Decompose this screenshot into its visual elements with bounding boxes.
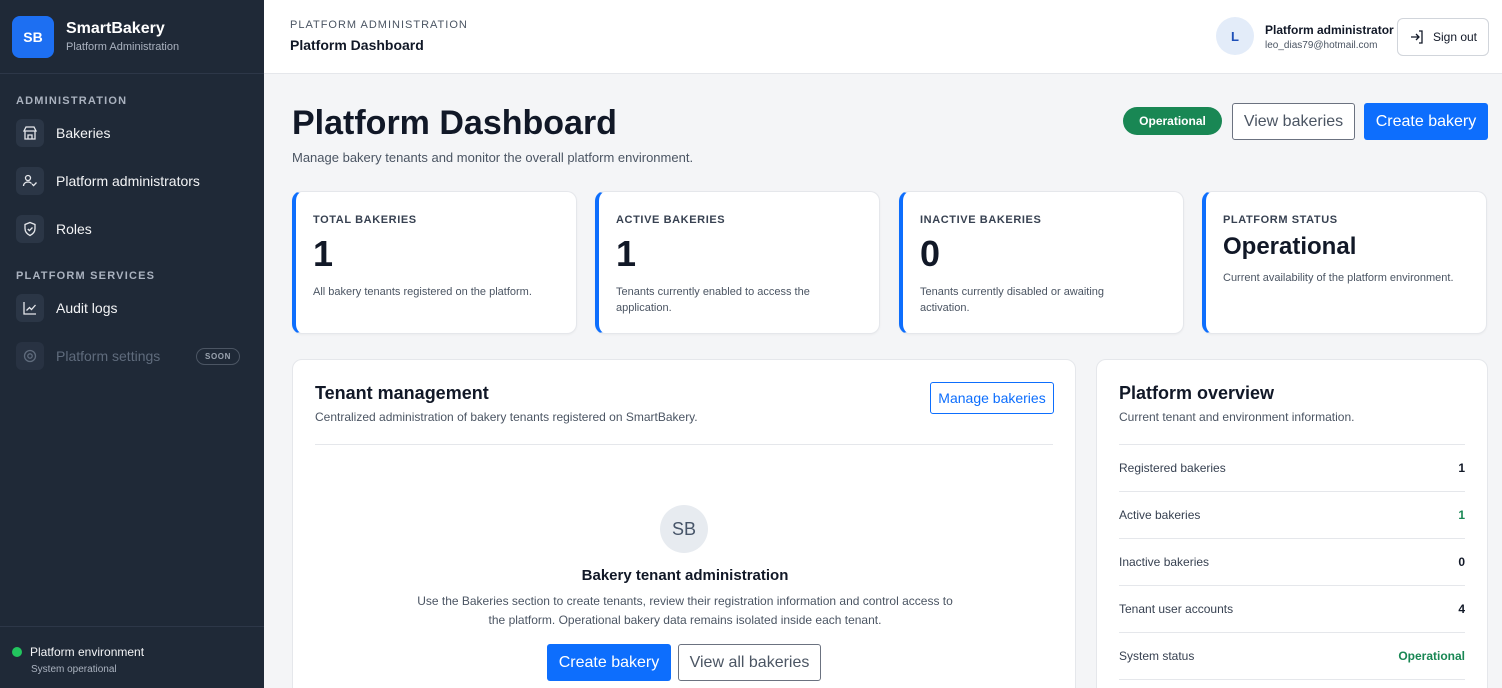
- card-title: Tenant management: [315, 383, 489, 403]
- stat-note: Tenants currently enabled to access the …: [616, 286, 810, 314]
- stat-label: INACTIVE BAKERIES: [920, 214, 1042, 226]
- overview-label: Tenant user accounts: [1119, 602, 1234, 616]
- list-item: Active bakeries 1: [1119, 492, 1465, 539]
- status-dot-icon: [12, 647, 22, 657]
- stat-note: Current availability of the platform env…: [1223, 272, 1454, 284]
- sidebar-item-roles[interactable]: Roles: [0, 205, 264, 253]
- nav-section-platform-services: PLATFORM SERVICES: [16, 270, 156, 282]
- stat-label: ACTIVE BAKERIES: [616, 214, 726, 226]
- overview-label: Registered bakeries: [1119, 461, 1226, 475]
- create-bakery-button-secondary[interactable]: Create bakery: [547, 644, 671, 681]
- stat-note: Tenants currently disabled or awaiting a…: [920, 286, 1105, 314]
- sidebar-item-label: Roles: [56, 221, 92, 237]
- tenant-management-card: Tenant management Centralized administra…: [292, 359, 1076, 688]
- topbar-title: Platform Dashboard: [290, 37, 424, 53]
- sidebar-item-label: Audit logs: [56, 300, 118, 316]
- stat-label: PLATFORM STATUS: [1223, 214, 1338, 226]
- user-email: leo_dias79@hotmail.com: [1265, 40, 1378, 51]
- overview-label: System status: [1119, 649, 1195, 663]
- view-all-bakeries-button[interactable]: View all bakeries: [678, 644, 821, 681]
- create-bakery-button[interactable]: Create bakery: [1364, 103, 1488, 140]
- sidebar-item-platform-settings: Platform settings SOON: [0, 332, 264, 380]
- overview-label: Inactive bakeries: [1119, 555, 1210, 569]
- overview-value: Operational: [1398, 649, 1465, 663]
- shield-icon: [16, 215, 44, 243]
- user-role: Platform administrator: [1265, 23, 1394, 37]
- card-subtitle: Current tenant and environment informati…: [1119, 410, 1355, 424]
- card-subtitle: Centralized administration of bakery ten…: [315, 410, 698, 424]
- nav-section-administration: ADMINISTRATION: [16, 95, 128, 107]
- settings-icon: [16, 342, 44, 370]
- overview-value: 0: [1458, 555, 1465, 569]
- sidebar-item-label: Bakeries: [56, 125, 111, 141]
- divider: [315, 444, 1053, 445]
- sidebar-item-platform-administrators[interactable]: Platform administrators: [0, 157, 264, 205]
- overview-list: Registered bakeries 1 Active bakeries 1 …: [1119, 444, 1465, 680]
- sidebar: SB SmartBakery Platform Administration A…: [0, 0, 264, 688]
- chart-line-icon: [16, 294, 44, 322]
- empty-state-text: Use the Bakeries section to create tenan…: [417, 594, 953, 627]
- list-item: System status Operational: [1119, 633, 1465, 680]
- stat-card-platform-status: PLATFORM STATUS Operational Current avai…: [1202, 191, 1487, 334]
- overview-value: 1: [1458, 508, 1465, 522]
- avatar[interactable]: L: [1216, 17, 1254, 55]
- overview-value: 4: [1458, 602, 1465, 616]
- sidebar-item-label: Platform administrators: [56, 173, 200, 189]
- main-content: Platform Dashboard Manage bakery tenants…: [264, 74, 1502, 688]
- sidebar-item-label: Platform settings: [56, 348, 161, 364]
- soon-badge: SOON: [196, 347, 240, 365]
- topbar: PLATFORM ADMINISTRATION Platform Dashboa…: [264, 0, 1502, 74]
- stat-value: 1: [313, 233, 334, 274]
- list-item: Tenant user accounts 4: [1119, 586, 1465, 633]
- user-check-icon: [16, 167, 44, 195]
- brand[interactable]: SB SmartBakery Platform Administration: [0, 0, 264, 74]
- brand-subtitle: Platform Administration: [66, 41, 180, 53]
- status-badge: Operational: [1123, 107, 1222, 135]
- sign-out-label: Sign out: [1432, 30, 1478, 44]
- card-title: Platform overview: [1119, 383, 1275, 403]
- environment-status: System operational: [31, 664, 117, 675]
- sidebar-item-audit-logs[interactable]: Audit logs: [0, 284, 264, 332]
- platform-overview-card: Platform overview Current tenant and env…: [1096, 359, 1488, 688]
- tenant-avatar: SB: [660, 505, 708, 553]
- brand-name: SmartBakery: [66, 20, 165, 37]
- stat-value: 0: [920, 233, 941, 274]
- view-bakeries-button[interactable]: View bakeries: [1232, 103, 1355, 140]
- list-item: Registered bakeries 1: [1119, 445, 1465, 492]
- sign-out-button[interactable]: Sign out: [1397, 18, 1489, 56]
- page-description: Manage bakery tenants and monitor the ov…: [292, 150, 694, 165]
- stat-card-total-bakeries: TOTAL BAKERIES 1 All bakery tenants regi…: [292, 191, 577, 334]
- stat-label: TOTAL BAKERIES: [313, 214, 417, 226]
- stat-card-active-bakeries: ACTIVE BAKERIES 1 Tenants currently enab…: [595, 191, 880, 334]
- stat-note: All bakery tenants registered on the pla…: [313, 286, 532, 298]
- stat-value: Operational: [1223, 233, 1357, 260]
- page-title: Platform Dashboard: [292, 104, 617, 142]
- sign-out-icon: [1410, 30, 1423, 44]
- brand-logo: SB: [12, 15, 54, 58]
- store-icon: [16, 119, 44, 147]
- overview-label: Active bakeries: [1119, 508, 1201, 522]
- empty-state-title: Bakery tenant administration: [581, 567, 789, 584]
- environment-title: Platform environment: [30, 645, 145, 659]
- sidebar-item-bakeries[interactable]: Bakeries: [0, 109, 264, 157]
- sidebar-footer: Platform environment System operational: [0, 626, 264, 688]
- stat-card-inactive-bakeries: INACTIVE BAKERIES 0 Tenants currently di…: [899, 191, 1184, 334]
- list-item: Inactive bakeries 0: [1119, 539, 1465, 586]
- stat-value: 1: [616, 233, 637, 274]
- breadcrumb: PLATFORM ADMINISTRATION: [290, 19, 468, 31]
- manage-bakeries-button[interactable]: Manage bakeries: [930, 382, 1054, 414]
- overview-value: 1: [1458, 461, 1465, 475]
